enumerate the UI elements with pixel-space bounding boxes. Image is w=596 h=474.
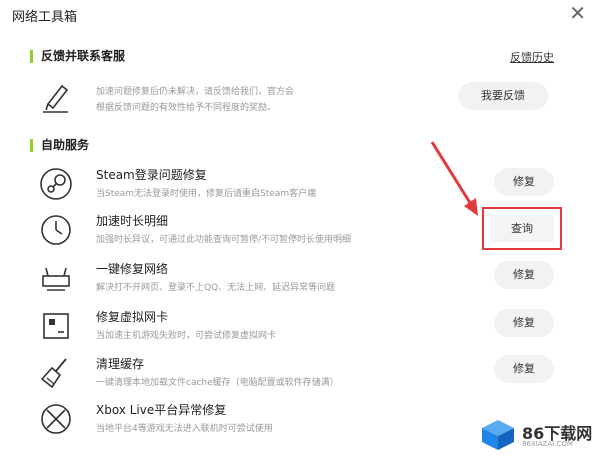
list-item-virtual-nic: 修复虚拟网卡 当加速主机游戏失败时，可尝试修复虚拟网卡 xyxy=(38,306,568,352)
close-icon[interactable]: ✕ xyxy=(569,3,586,23)
list-item-network-fix: 一键修复网络 解决打不开网页、登录不上QQ、无法上网、延迟异常等问题 xyxy=(38,258,568,304)
item-title: 一键修复网络 xyxy=(96,262,169,276)
network-card-icon xyxy=(43,313,69,339)
feedback-history-link[interactable]: 反馈历史 xyxy=(510,49,554,65)
xbox-icon xyxy=(41,404,71,434)
clear-cache-fix-button[interactable]: 修复 xyxy=(494,355,554,383)
query-button[interactable]: 查询 xyxy=(490,215,554,242)
arrow-annotation xyxy=(430,141,478,216)
item-desc: 当Steam无法登录时使用，修复后请重启Steam客户端 xyxy=(96,189,317,199)
watermark-logo-icon xyxy=(482,420,514,450)
network-fix-button[interactable]: 修复 xyxy=(494,261,554,289)
virtual-nic-fix-button[interactable]: 修复 xyxy=(494,309,554,337)
steam-fix-button[interactable]: 修复 xyxy=(494,168,554,196)
query-highlight-box: 查询 xyxy=(482,207,562,250)
clock-icon xyxy=(41,215,71,245)
item-title: 加速时长明细 xyxy=(96,214,169,228)
item-desc: 解决打不开网页、登录不上QQ、无法上网、延迟异常等问题 xyxy=(96,283,336,293)
item-title: Steam登录问题修复 xyxy=(96,168,207,182)
item-desc: 当地平台4等游戏无法进入联机时可尝试使用 xyxy=(96,424,273,434)
feedback-heading: 反馈并联系客服 xyxy=(30,50,125,63)
router-icon xyxy=(42,267,70,291)
feedback-desc-1: 加速问题修复后仍未解决，请反馈给我们，官方会 xyxy=(96,87,295,97)
feedback-desc-2: 根据反馈问题的有效性给予不同程度的奖励。 xyxy=(96,103,277,113)
item-title: Xbox Live平台异常修复 xyxy=(96,403,227,417)
window-title: 网络工具箱 xyxy=(12,10,78,25)
steam-icon xyxy=(40,168,72,200)
list-item-clear-cache: 清理缓存 一键清理本地加载文件cache缓存（电脑配置或软件存储满） xyxy=(38,353,568,399)
broom-icon xyxy=(40,358,67,389)
item-title: 修复虚拟网卡 xyxy=(96,310,169,324)
item-desc: 加强时长异议，可通过此功能查询可暂停/不可暂停时长使用明细 xyxy=(96,235,352,245)
self-service-heading: 自助服务 xyxy=(30,139,89,152)
watermark-sub: 86XIAZAI.COM xyxy=(522,440,573,448)
item-title: 清理缓存 xyxy=(96,357,145,371)
pen-icon xyxy=(43,84,69,113)
item-desc: 当加速主机游戏失败时，可尝试修复虚拟网卡 xyxy=(96,331,277,341)
item-desc: 一键清理本地加载文件cache缓存（电脑配置或软件存储满） xyxy=(96,378,339,388)
feedback-button[interactable]: 我要反馈 xyxy=(458,82,548,110)
